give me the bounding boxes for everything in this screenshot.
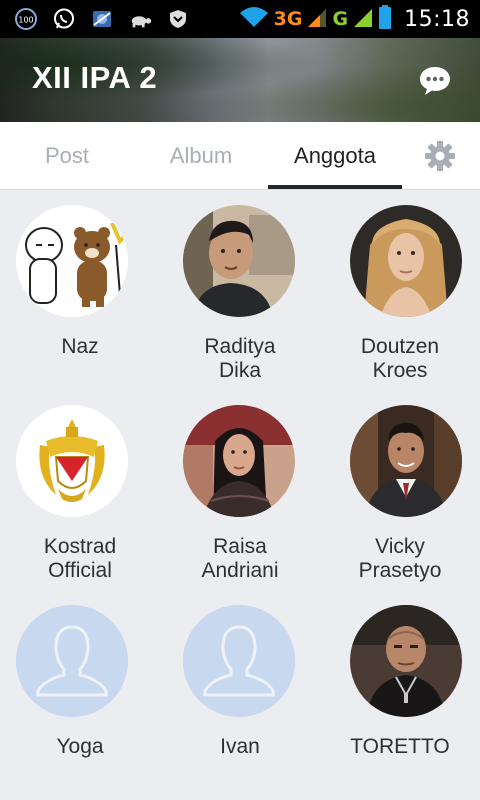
wifi-icon <box>238 5 270 33</box>
avatar <box>350 205 462 317</box>
member-name: Yoga <box>56 735 104 758</box>
default-avatar-icon <box>16 605 128 717</box>
signal-3g-icon <box>306 5 328 33</box>
avatar <box>183 405 295 517</box>
avatar <box>350 605 462 717</box>
app-screen: 100 3G G 15:18 XII IPA 2 Post Album Angg… <box>0 0 480 800</box>
avatar <box>183 205 295 317</box>
member-name: TORETTO <box>350 735 450 758</box>
tab-bar: Post Album Anggota <box>0 122 480 190</box>
member-name: Raditya Dika <box>204 335 276 382</box>
avatar <box>183 605 295 717</box>
gear-icon <box>425 141 455 171</box>
turtle-icon <box>128 7 152 31</box>
avatar <box>350 405 462 517</box>
network-3g-label: 3G <box>273 8 303 30</box>
member-name: Ivan <box>220 735 260 758</box>
chat-button[interactable] <box>418 64 452 98</box>
tab-anggota[interactable]: Anggota <box>268 122 402 189</box>
battery-icon <box>378 4 392 34</box>
member-name: Vicky Prasetyo <box>358 535 442 582</box>
shield-icon <box>166 7 190 31</box>
member-name: Raisa Andriani <box>201 535 279 582</box>
tab-post[interactable]: Post <box>0 122 134 189</box>
member-name: Doutzen Kroes <box>360 335 440 382</box>
svg-text:100: 100 <box>18 16 33 25</box>
settings-button[interactable] <box>424 140 456 172</box>
network-g-label: G <box>332 8 349 30</box>
member-name: Naz <box>61 335 99 358</box>
signal-g-icon <box>352 5 374 33</box>
group-header: XII IPA 2 <box>0 38 480 122</box>
badge-100-icon: 100 <box>14 7 38 31</box>
active-tab-indicator <box>268 185 402 189</box>
avatar <box>16 205 128 317</box>
avatar <box>16 605 128 717</box>
chat-bubble-icon <box>420 67 450 95</box>
tab-album[interactable]: Album <box>134 122 268 189</box>
clock: 15:18 <box>404 6 470 32</box>
browser-icon <box>90 7 114 31</box>
member-name: Kostrad Official <box>43 535 117 582</box>
default-avatar-icon <box>183 605 295 717</box>
avatar <box>16 405 128 517</box>
group-title: XII IPA 2 <box>32 60 158 95</box>
status-bar: 100 3G G 15:18 <box>0 0 480 38</box>
whatsapp-icon <box>52 7 76 31</box>
